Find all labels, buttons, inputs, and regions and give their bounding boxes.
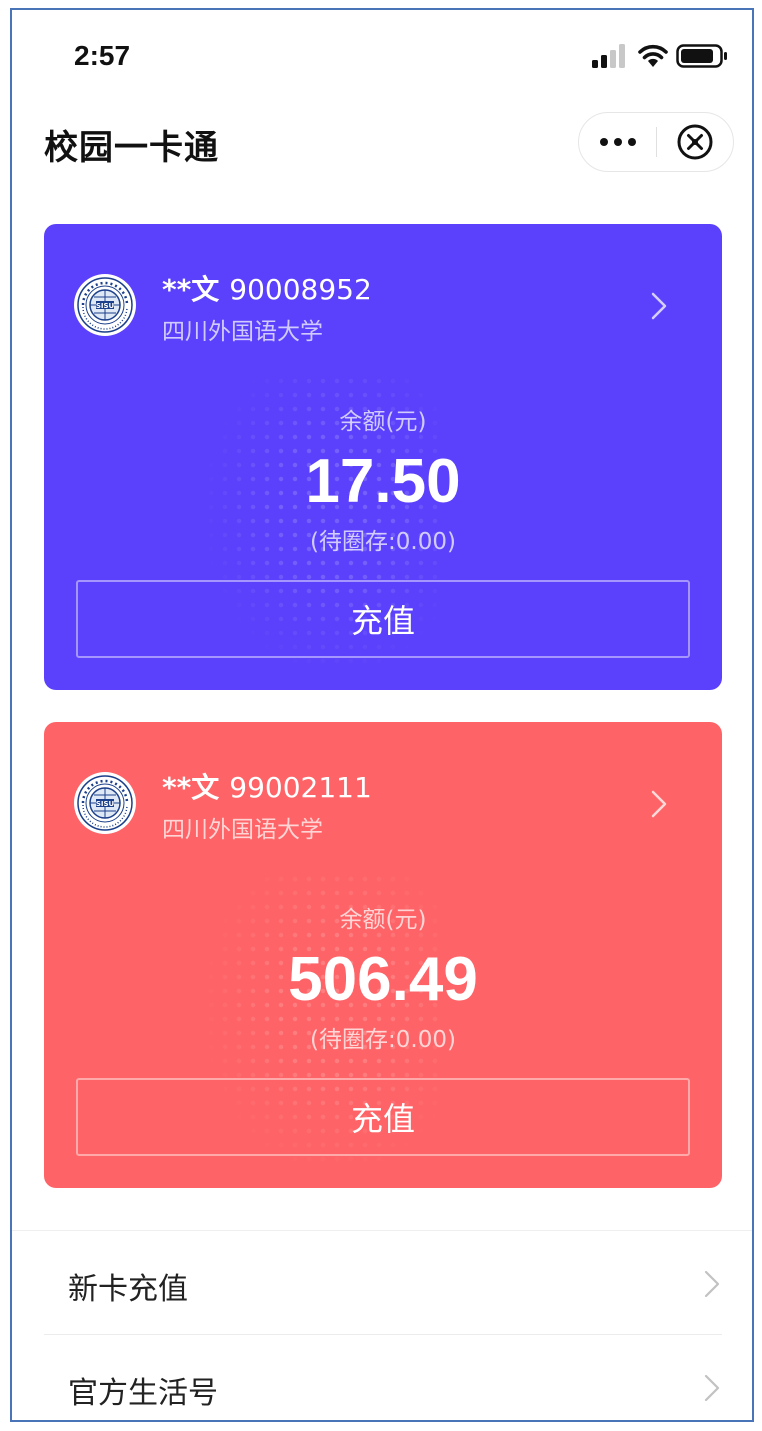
campus-card[interactable]: SISU **文 99002111 四川外国语大学 余额(元) 506.49 (待… — [44, 722, 722, 1188]
balance-value: 506.49 — [288, 945, 478, 1014]
signal-icon — [592, 44, 625, 68]
card-school: 四川外国语大学 — [162, 817, 323, 843]
page-title: 校园一卡通 — [44, 128, 219, 168]
recharge-button[interactable]: 充值 — [76, 580, 690, 658]
list-item-new-card-recharge[interactable]: 新卡充值 — [44, 1232, 722, 1334]
phone-screen: 2:57 校园一卡通 SISU **文 90008952 四川外国语大学 余额(… — [10, 8, 754, 1422]
more-button[interactable] — [579, 113, 657, 171]
card-holder-name: **文 — [162, 771, 220, 804]
status-time: 2:57 — [74, 40, 131, 71]
school-logo-icon: SISU — [74, 772, 136, 834]
list-item-label: 新卡充值 — [68, 1272, 188, 1307]
status-bar: 2:57 — [12, 10, 752, 100]
close-icon — [677, 124, 713, 160]
battery-icon — [676, 44, 727, 68]
card-holder: **文 90008952 — [162, 268, 372, 308]
chevron-right-icon[interactable] — [648, 290, 670, 322]
school-logo-icon: SISU — [74, 274, 136, 336]
card-number: 90008952 — [229, 273, 372, 306]
card-school: 四川外国语大学 — [162, 319, 323, 345]
card-number: 99002111 — [229, 771, 372, 804]
more-icon — [600, 138, 636, 146]
balance-label: 余额(元) — [339, 907, 427, 933]
balance-value: 17.50 — [305, 447, 461, 516]
chevron-right-icon — [704, 1374, 720, 1402]
card-holder-name: **文 — [162, 273, 220, 306]
mini-program-capsule — [578, 112, 734, 172]
close-button[interactable] — [657, 113, 733, 171]
chevron-right-icon[interactable] — [648, 788, 670, 820]
section-divider — [12, 1230, 752, 1231]
svg-text:SISU: SISU — [96, 800, 115, 808]
balance-label: 余额(元) — [339, 409, 427, 435]
list-divider — [44, 1334, 722, 1335]
chevron-right-icon — [704, 1270, 720, 1298]
wifi-icon — [638, 44, 668, 67]
campus-card[interactable]: SISU **文 90008952 四川外国语大学 余额(元) 17.50 (待圈… — [44, 224, 722, 690]
list-item-label: 官方生活号 — [68, 1376, 218, 1411]
card-holder: **文 99002111 — [162, 766, 372, 806]
pending-balance: (待圈存:0.00) — [310, 529, 456, 555]
svg-text:SISU: SISU — [96, 302, 115, 310]
recharge-button[interactable]: 充值 — [76, 1078, 690, 1156]
list-item-official-account[interactable]: 官方生活号 — [44, 1336, 722, 1420]
pending-balance: (待圈存:0.00) — [310, 1027, 456, 1053]
